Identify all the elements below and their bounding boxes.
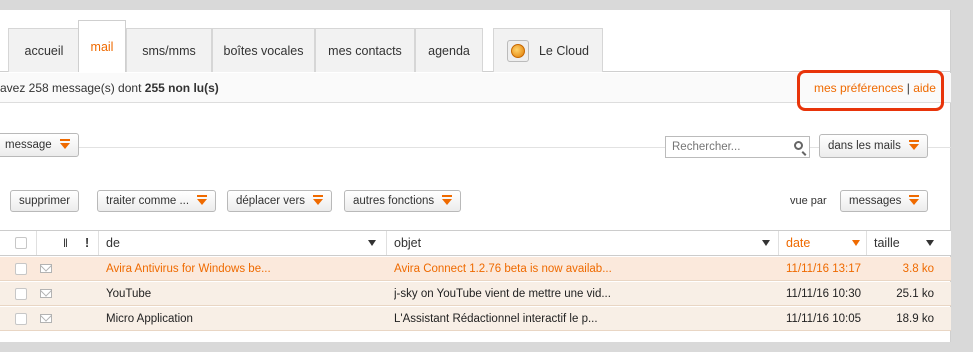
message-count-text: avez 258 message(s) dont <box>0 81 142 95</box>
tab-sms-mms[interactable]: sms/mms <box>126 28 212 72</box>
search-box <box>665 136 810 158</box>
row-checkbox-cell <box>15 282 35 305</box>
from-column-header[interactable]: de <box>106 231 376 255</box>
envelope-cell <box>40 257 56 280</box>
search-input[interactable] <box>666 137 781 157</box>
from-header-label: de <box>106 236 120 250</box>
row-checkbox[interactable] <box>15 262 27 275</box>
search-scope-label: dans les mails <box>828 140 901 152</box>
envelope-icon <box>40 264 52 273</box>
view-by-select[interactable]: messages <box>840 190 929 212</box>
sort-caret-icon <box>368 240 376 246</box>
row-size: 18.9 ko <box>896 312 934 325</box>
table-row[interactable]: Avira Antivirus for Windows be... Avira … <box>0 257 951 281</box>
row-size: 25.1 ko <box>896 287 934 300</box>
sort-caret-icon <box>762 240 770 246</box>
tab-label: sms/mms <box>142 43 196 58</box>
priority-icon: ! <box>85 236 90 250</box>
delete-label: supprimer <box>19 195 71 207</box>
envelope-cell <box>40 307 56 330</box>
treat-as-label: traiter comme ... <box>106 195 190 207</box>
dropdown-arrow-icon <box>197 195 208 205</box>
move-to-button[interactable]: déplacer vers <box>227 190 333 212</box>
unread-count: 255 non lu(s) <box>144 81 219 95</box>
row-size: 3.8 ko <box>902 262 934 275</box>
other-functions-button[interactable]: autres fonctions <box>344 190 462 212</box>
dropdown-arrow-icon <box>59 139 70 149</box>
date-header-label: date <box>786 236 811 250</box>
subject-header-label: objet <box>394 236 422 250</box>
row-date: 11/11/16 10:05 <box>786 312 862 325</box>
main-tabs: accueil mail sms/mms boîtes vocales mes … <box>0 20 951 72</box>
dropdown-arrow-icon <box>908 140 919 150</box>
row-checkbox-cell <box>15 257 35 280</box>
row-checkbox[interactable] <box>15 312 27 325</box>
select-all-checkbox[interactable] <box>15 237 27 249</box>
view-by-label: vue par <box>790 195 827 207</box>
envelope-icon <box>40 289 52 298</box>
table-row[interactable]: YouTube j-sky on YouTube vient de mettre… <box>0 282 951 306</box>
tab-boites-vocales[interactable]: boîtes vocales <box>212 28 315 72</box>
tab-mes-contacts[interactable]: mes contacts <box>315 28 415 72</box>
priority-column-header[interactable]: ! <box>85 231 95 255</box>
tab-label: accueil <box>24 43 64 58</box>
delete-button[interactable]: supprimer <box>10 190 80 212</box>
tab-label: agenda <box>428 43 470 58</box>
column-divider <box>98 231 99 255</box>
envelope-icon <box>40 314 52 323</box>
column-divider <box>36 231 37 255</box>
tab-agenda[interactable]: agenda <box>415 28 483 72</box>
column-divider <box>386 231 387 255</box>
highlight-box <box>797 70 944 111</box>
sort-caret-icon <box>852 240 860 246</box>
search-scope-select[interactable]: dans les mails <box>819 134 928 158</box>
tab-label: Le Cloud <box>538 43 590 58</box>
mail-table-header: ‖ ! de objet date taille <box>0 230 951 256</box>
search-icon[interactable] <box>794 141 803 150</box>
row-checkbox[interactable] <box>15 287 27 300</box>
tab-label: mail <box>90 39 114 54</box>
column-divider <box>866 231 867 255</box>
row-from: Micro Application <box>106 312 193 325</box>
size-column-header[interactable]: taille <box>874 231 934 255</box>
move-to-label: déplacer vers <box>236 195 306 207</box>
column-divider <box>778 231 779 255</box>
row-date: 11/11/16 13:17 <box>786 262 862 275</box>
size-header-label: taille <box>874 236 900 250</box>
tab-label: mes contacts <box>328 43 402 58</box>
row-subject: j-sky on YouTube vient de mettre une vid… <box>394 287 611 300</box>
row-from: YouTube <box>106 287 152 300</box>
sort-caret-icon <box>926 240 934 246</box>
row-subject: L'Assistant Rédactionnel interactif le p… <box>394 312 598 325</box>
attachment-column-header[interactable]: ‖ <box>63 231 73 255</box>
row-checkbox-cell <box>15 307 35 330</box>
dropdown-arrow-icon <box>313 195 324 205</box>
date-column-header[interactable]: date <box>786 231 860 255</box>
tab-mail[interactable]: mail <box>78 20 126 72</box>
new-message-button[interactable]: message <box>0 133 79 157</box>
dropdown-arrow-icon <box>442 195 453 205</box>
message-count: avez 258 message(s) dont 255 non lu(s) <box>0 81 219 95</box>
row-from: Avira Antivirus for Windows be... <box>106 262 271 275</box>
view-by-value: messages <box>849 195 902 207</box>
tab-label: boîtes vocales <box>223 43 304 58</box>
envelope-cell <box>40 282 56 305</box>
dropdown-arrow-icon <box>909 195 920 205</box>
table-row[interactable]: Micro Application L'Assistant Rédactionn… <box>0 307 951 331</box>
new-message-label: message <box>5 139 52 151</box>
tab-le-cloud[interactable]: Le Cloud <box>493 28 603 72</box>
cloud-icon <box>506 39 529 62</box>
select-all-cell <box>15 231 35 255</box>
attachment-icon: ‖ <box>63 236 68 250</box>
other-functions-label: autres fonctions <box>353 195 435 207</box>
subject-column-header[interactable]: objet <box>394 231 770 255</box>
row-date: 11/11/16 10:30 <box>786 287 862 300</box>
treat-as-button[interactable]: traiter comme ... <box>97 190 217 212</box>
row-subject: Avira Connect 1.2.76 beta is now availab… <box>394 262 612 275</box>
tab-accueil[interactable]: accueil <box>8 28 80 72</box>
